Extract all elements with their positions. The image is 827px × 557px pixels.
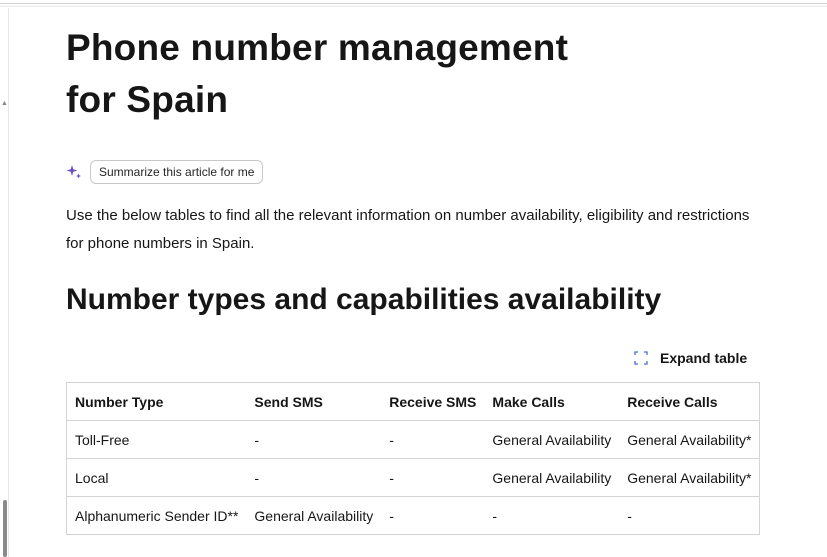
top-divider <box>0 3 827 4</box>
table-cell: - <box>484 496 620 535</box>
left-gutter <box>8 8 9 557</box>
table-cell: Local <box>66 458 247 497</box>
table-cell: General Availability <box>246 496 382 535</box>
page-title-line-2: for Spain <box>66 79 229 120</box>
table-cell: Alphanumeric Sender ID** <box>66 496 247 535</box>
table-cell: Toll-Free <box>66 420 247 459</box>
table-cell: - <box>246 420 382 459</box>
section-heading: Number types and capabilities availabili… <box>66 283 662 316</box>
column-header-send-sms: Send SMS <box>246 382 382 421</box>
column-header-receive-sms: Receive SMS <box>381 382 485 421</box>
page-title-line-1: Phone number management <box>66 27 569 68</box>
summarize-row: Summarize this article for me <box>66 158 264 186</box>
table-cell: General Availability <box>484 420 620 459</box>
page-title: Phone number management for Spain <box>66 22 568 126</box>
table-cell: General Availability* <box>619 420 760 459</box>
table-row: Local - - General Availability General A… <box>66 458 760 497</box>
table-cell: - <box>381 458 485 497</box>
table-header-row: Number Type Send SMS Receive SMS Make Ca… <box>66 382 760 421</box>
top-divider-secondary <box>0 6 827 7</box>
scroll-up-arrow-icon[interactable]: ▲ <box>1 100 8 107</box>
table-row: Alphanumeric Sender ID** General Availab… <box>66 496 760 535</box>
table-cell: - <box>246 458 382 497</box>
expand-icon <box>634 351 648 365</box>
expand-table-label: Expand table <box>660 350 748 366</box>
table-cell: General Availability* <box>619 458 760 497</box>
table-cell: - <box>619 496 760 535</box>
column-header-receive-calls: Receive Calls <box>619 382 760 421</box>
capabilities-table: Number Type Send SMS Receive SMS Make Ca… <box>66 382 761 535</box>
intro-paragraph: Use the below tables to find all the rel… <box>66 207 750 252</box>
column-header-make-calls: Make Calls <box>484 382 620 421</box>
scrollbar-thumb[interactable] <box>3 500 7 557</box>
column-header-number-type: Number Type <box>66 382 247 421</box>
table-cell: - <box>381 420 485 459</box>
table-cell: - <box>381 496 485 535</box>
sparkle-icon <box>66 164 82 180</box>
table-row: Toll-Free - - General Availability Gener… <box>66 420 760 459</box>
summarize-article-button[interactable]: Summarize this article for me <box>90 160 264 184</box>
table-cell: General Availability <box>484 458 620 497</box>
expand-table-button[interactable]: Expand table <box>634 348 747 368</box>
